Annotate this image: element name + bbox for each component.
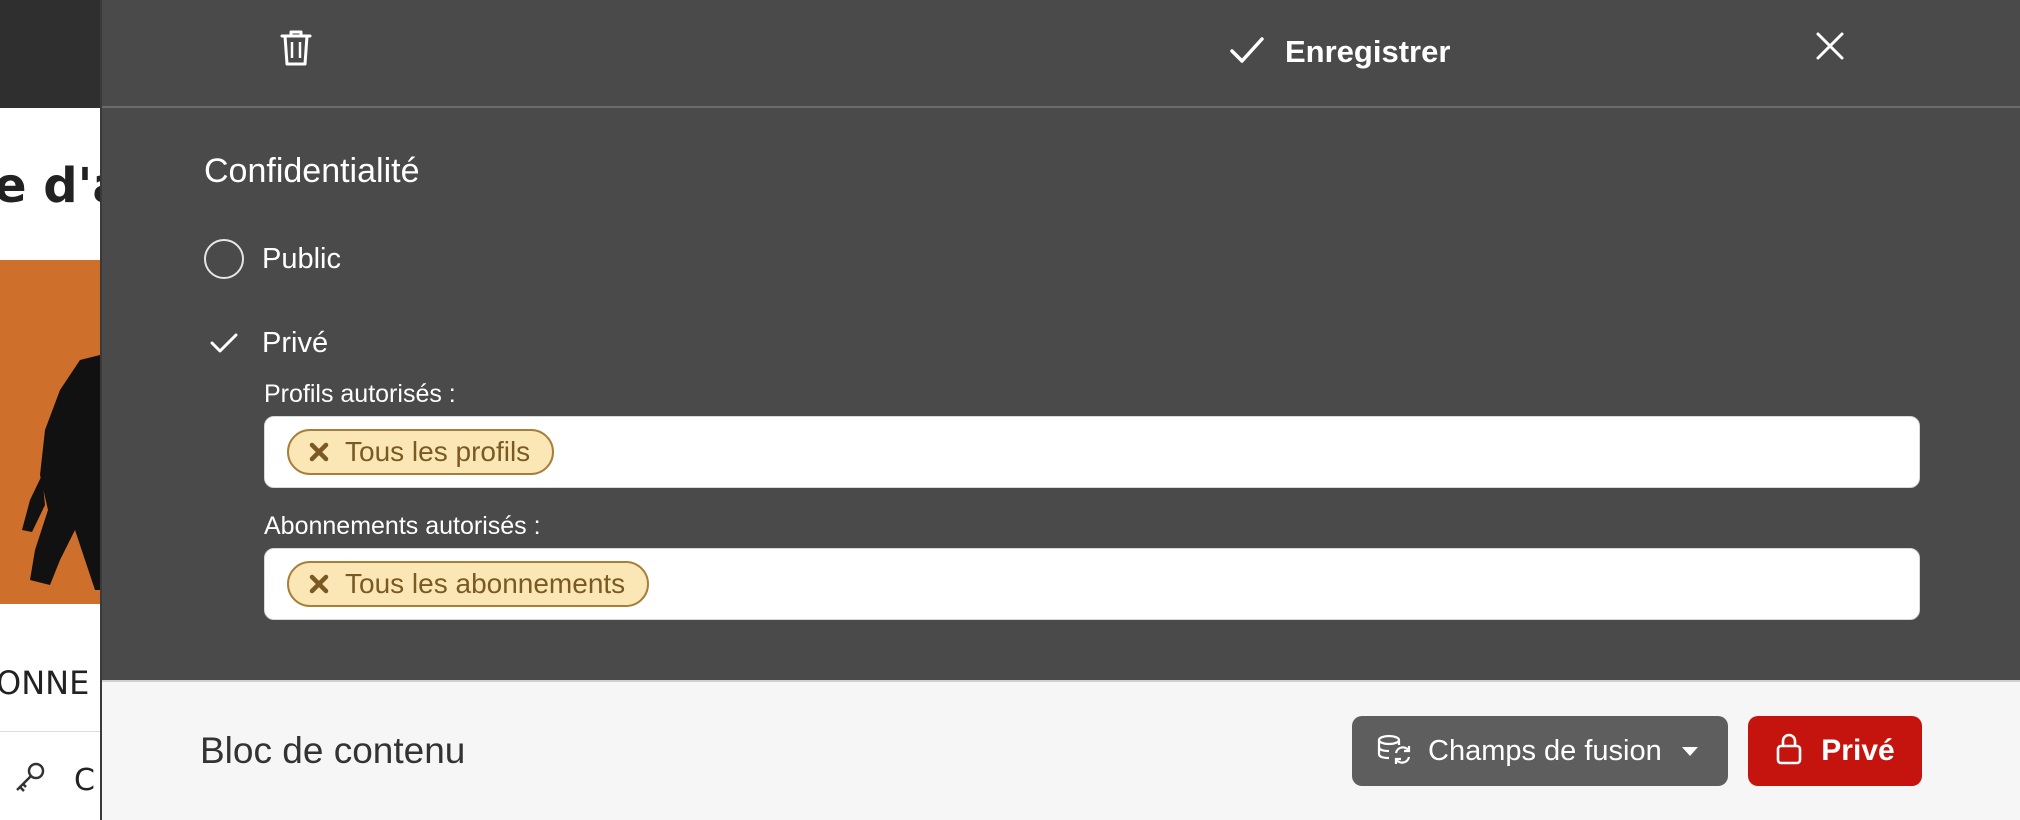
profiles-field-label: Profils autorisés :: [264, 380, 456, 408]
database-sync-icon: [1376, 733, 1412, 769]
background-caption: ONNE: [0, 664, 90, 702]
check-icon: [204, 323, 244, 363]
privacy-option-label: Public: [262, 242, 341, 275]
background-topbar: [0, 0, 100, 108]
block-footer-bar: Bloc de contenu Champs de fusion Privé: [102, 680, 2020, 820]
radio-unchecked-icon: [204, 239, 244, 279]
remove-tag-icon[interactable]: [307, 572, 331, 596]
check-icon: [1229, 35, 1265, 69]
privacy-option-private[interactable]: Privé: [204, 321, 328, 365]
profiles-tag-input[interactable]: Tous les profils: [264, 416, 1920, 488]
tag-label: Tous les profils: [345, 436, 531, 467]
privacy-option-label: Privé: [262, 326, 329, 359]
close-icon: [1815, 31, 1845, 65]
background-menu-label: C: [74, 762, 95, 798]
silhouette-image: [22, 355, 100, 590]
save-button[interactable]: Enregistrer: [1229, 26, 1450, 78]
tag-label: Tous les abonnements: [345, 568, 626, 599]
privacy-option-public[interactable]: Public: [204, 237, 341, 281]
chevron-down-icon: [1681, 746, 1698, 756]
save-label: Enregistrer: [1285, 34, 1451, 69]
trash-icon: [278, 28, 314, 72]
merge-fields-label: Champs de fusion: [1428, 734, 1662, 767]
subscriptions-tag-input[interactable]: Tous les abonnements: [264, 548, 1920, 620]
profile-tag: Tous les profils: [287, 429, 555, 475]
editor-toolbar: Enregistrer: [102, 0, 2020, 108]
privacy-button-label: Privé: [1821, 734, 1895, 767]
block-title: Bloc de contenu: [200, 730, 466, 771]
privacy-section-title: Confidentialité: [204, 152, 420, 190]
close-button[interactable]: [1810, 28, 1850, 68]
background-page-title: e d'a: [0, 158, 100, 214]
lock-icon: [1775, 732, 1803, 770]
background-divider: [0, 731, 100, 732]
privacy-button[interactable]: Privé: [1748, 716, 1922, 786]
subscriptions-field-label: Abonnements autorisés :: [264, 512, 541, 540]
remove-tag-icon[interactable]: [307, 440, 331, 464]
background-page: e d'a ONNE C: [0, 0, 100, 820]
content-block-editor: Enregistrer Confidentialité Public Privé…: [100, 0, 2020, 820]
background-menu-item[interactable]: C: [12, 758, 95, 802]
background-hero-image: [0, 260, 100, 604]
key-icon: [12, 760, 48, 800]
subscription-tag: Tous les abonnements: [287, 561, 650, 607]
delete-button[interactable]: [272, 26, 320, 74]
merge-fields-dropdown[interactable]: Champs de fusion: [1352, 716, 1728, 786]
